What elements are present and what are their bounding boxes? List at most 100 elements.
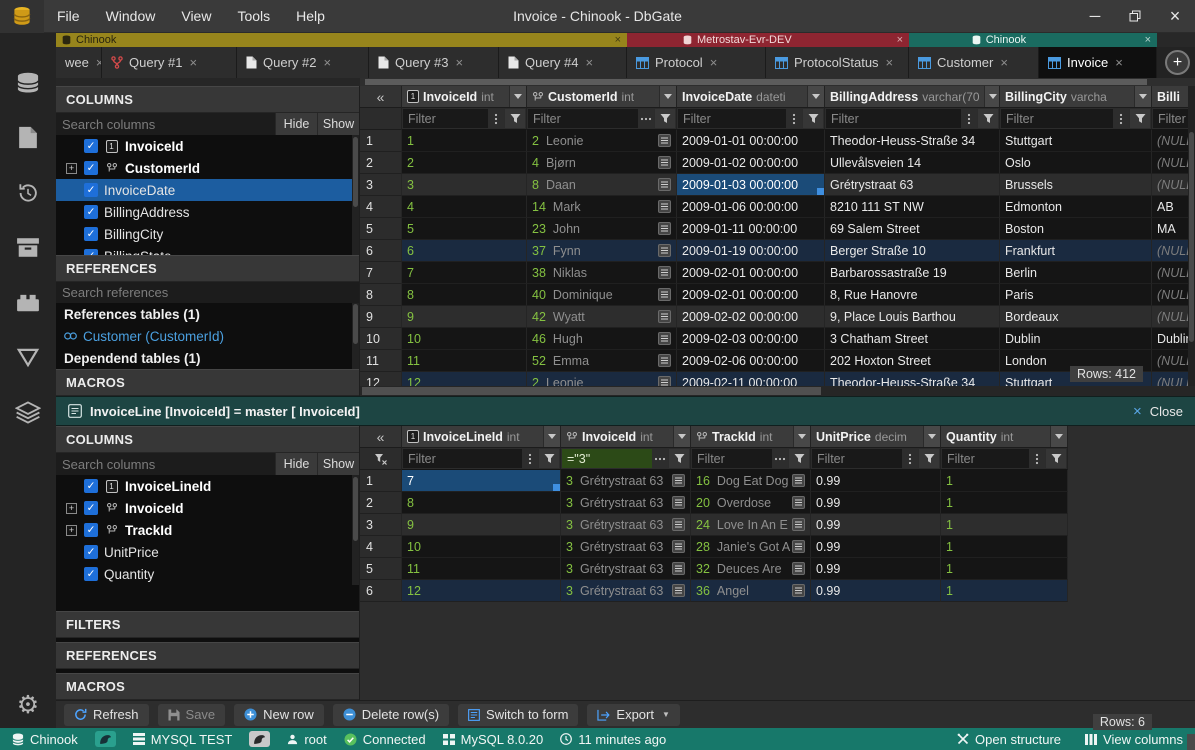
column-item-unitprice[interactable]: ✓UnitPrice (56, 541, 359, 563)
close-tab-icon[interactable]: × (710, 55, 718, 70)
show-button[interactable]: Show (317, 113, 359, 135)
collapse-columns-button[interactable]: « (360, 426, 402, 448)
filter-menu-button[interactable] (1029, 449, 1045, 468)
grid-cell[interactable]: 0.99 (811, 558, 941, 580)
grid-cell[interactable]: 3Grétrystraat 63 (561, 492, 691, 514)
clear-filters-button[interactable] (360, 448, 402, 470)
archive-icon[interactable] (0, 220, 56, 275)
columns-section-header[interactable]: COLUMNS (56, 86, 359, 113)
column-menu-button[interactable] (1134, 86, 1151, 107)
status-refreshed[interactable]: 11 minutes ago (560, 732, 666, 747)
open-record-icon[interactable] (658, 310, 671, 323)
filter-menu-button[interactable] (1113, 109, 1129, 128)
row-number[interactable]: 1 (360, 470, 402, 492)
grid-cell[interactable]: 20Overdose (691, 492, 811, 514)
scrollbar-thumb[interactable] (1189, 132, 1194, 342)
filter-funnel-button[interactable] (978, 109, 998, 128)
column-menu-button[interactable] (984, 86, 1000, 107)
scrollbar-thumb[interactable] (353, 304, 358, 344)
filter-funnel-button[interactable] (789, 449, 809, 468)
grid-cell[interactable]: 8, Rue Hanovre (825, 284, 1000, 306)
grid-cell[interactable]: 1 (941, 536, 1068, 558)
grid-cell[interactable]: 40Dominique (527, 284, 677, 306)
filter-input[interactable]: Filter (528, 109, 638, 128)
filters-section-header[interactable]: FILTERS (56, 611, 359, 638)
open-record-icon[interactable] (658, 222, 671, 235)
filter-funnel-button[interactable] (655, 109, 675, 128)
grid-cell[interactable]: Barbarossastraße 19 (825, 262, 1000, 284)
grid-cell[interactable]: 8 (402, 492, 561, 514)
open-record-icon[interactable] (658, 134, 671, 147)
grid-cell[interactable]: Boston (1000, 218, 1152, 240)
grid-cell[interactable]: 2009-01-11 00:00:00 (677, 218, 825, 240)
tab-query-3[interactable]: Query #3× (369, 47, 499, 78)
scrollbar-thumb[interactable] (1187, 734, 1195, 750)
open-record-icon[interactable] (658, 178, 671, 191)
grid-cell[interactable]: 2009-01-02 00:00:00 (677, 152, 825, 174)
row-number[interactable]: 2 (360, 152, 402, 174)
open-record-icon[interactable] (658, 288, 671, 301)
grid-cell[interactable]: 8Daan (527, 174, 677, 196)
tab-protocol[interactable]: Protocol× (627, 47, 766, 78)
scrollbar-thumb[interactable] (353, 477, 358, 541)
expand-icon[interactable]: + (66, 163, 77, 174)
grid-cell[interactable]: 5 (402, 218, 527, 240)
open-record-icon[interactable] (792, 584, 805, 597)
save-button[interactable]: Save (158, 704, 226, 726)
menu-help[interactable]: Help (283, 0, 338, 32)
grid-cell[interactable]: 2 (402, 152, 527, 174)
column-menu-button[interactable] (1050, 426, 1067, 447)
close-group-icon[interactable]: × (615, 34, 621, 47)
grid-cell[interactable]: 0.99 (811, 580, 941, 602)
close-detail-icon[interactable]: × (1133, 403, 1142, 420)
close-tab-icon[interactable]: × (455, 55, 463, 70)
filter-funnel-button[interactable] (505, 109, 525, 128)
grid-cell[interactable]: 2009-02-03 00:00:00 (677, 328, 825, 350)
open-record-icon[interactable] (658, 156, 671, 169)
column-item-quantity[interactable]: ✓Quantity (56, 563, 359, 585)
grid-cell[interactable]: 3Grétrystraat 63 (561, 536, 691, 558)
mysql-dolphin-badge[interactable] (95, 731, 116, 747)
open-record-icon[interactable] (672, 474, 685, 487)
search-references-input[interactable]: Search references (56, 282, 359, 303)
grid-cell[interactable]: Frankfurt (1000, 240, 1152, 262)
grid-cell[interactable]: 1 (941, 514, 1068, 536)
filter-menu-button[interactable] (488, 109, 504, 128)
close-detail-button[interactable]: Close (1150, 404, 1183, 419)
close-window-button[interactable]: × (1155, 0, 1195, 33)
grid-cell[interactable]: 42Wyatt (527, 306, 677, 328)
selected-cell[interactable]: 7 (402, 470, 561, 492)
history-icon[interactable] (0, 165, 56, 220)
grid-cell[interactable]: 0.99 (811, 514, 941, 536)
grid-cell[interactable]: 9 (402, 306, 527, 328)
grid-cell[interactable]: 11 (402, 558, 561, 580)
column-menu-button[interactable] (673, 426, 690, 447)
open-record-icon[interactable] (792, 540, 805, 553)
column-item-invoiceid[interactable]: +✓InvoiceId (56, 497, 359, 519)
grid-cell[interactable]: 36Angel (691, 580, 811, 602)
column-menu-button[interactable] (509, 86, 526, 107)
grid-cell[interactable]: 4 (402, 196, 527, 218)
grid-cell[interactable]: Ullevålsveien 14 (825, 152, 1000, 174)
open-record-icon[interactable] (672, 496, 685, 509)
grid-vertical-scrollbar[interactable] (1188, 86, 1195, 386)
column-menu-button[interactable] (807, 86, 824, 107)
plugins-icon[interactable] (0, 275, 56, 330)
column-item-billingstate[interactable]: ✓BillingState (56, 245, 359, 255)
filter-icon[interactable] (0, 330, 56, 385)
grid-horizontal-scrollbar[interactable] (360, 386, 1195, 396)
filter-menu-button[interactable] (961, 109, 977, 128)
checkbox-checked[interactable]: ✓ (84, 479, 98, 493)
open-record-icon[interactable] (658, 354, 671, 367)
open-record-icon[interactable] (658, 266, 671, 279)
menu-tools[interactable]: Tools (224, 0, 283, 32)
tab-query-2[interactable]: Query #2× (237, 47, 369, 78)
row-number[interactable]: 4 (360, 196, 402, 218)
grid-cell[interactable]: 1 (941, 558, 1068, 580)
grid-cell[interactable]: 9 (402, 514, 561, 536)
open-record-icon[interactable] (672, 518, 685, 531)
checkbox-checked[interactable]: ✓ (84, 161, 98, 175)
grid-cell[interactable]: 32Deuces Are (691, 558, 811, 580)
grid-cell[interactable]: 8210 111 ST NW (825, 196, 1000, 218)
row-number[interactable]: 2 (360, 492, 402, 514)
